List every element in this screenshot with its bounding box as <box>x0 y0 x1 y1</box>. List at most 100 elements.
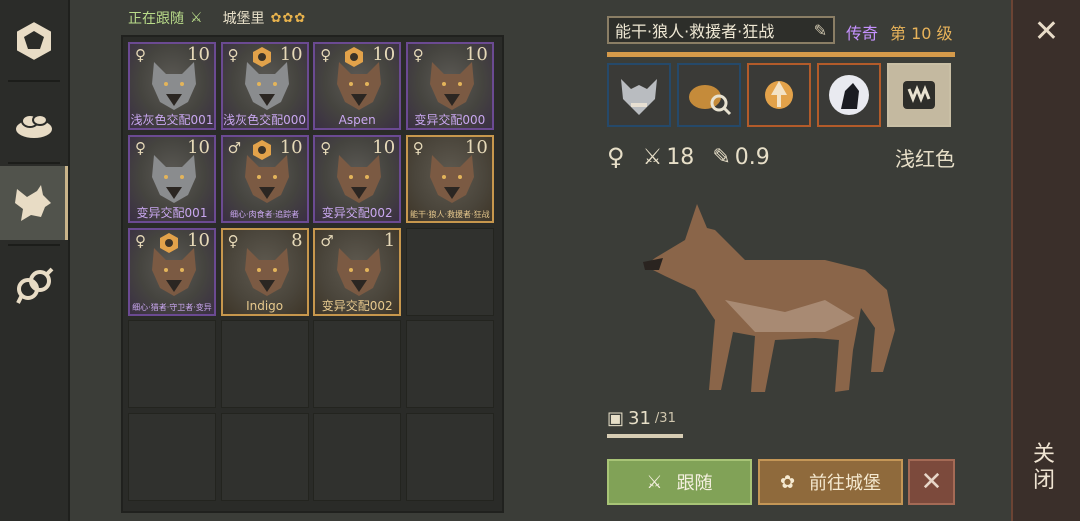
status-row: 正在跟随 ⚔ 城堡里 ✿✿✿ <box>128 8 306 28</box>
wolf-head-portrait <box>244 154 289 203</box>
wolf-title-box: 能干·狼人·救援者·狂战 ✎ <box>607 16 835 44</box>
wolf-name: Aspen <box>338 113 376 127</box>
quill-icon[interactable]: ✎ <box>814 21 827 40</box>
wolf-slot[interactable]: ♀ 10 能干·狼人·救援者·狂战 <box>405 134 494 223</box>
category-tab-strip <box>0 0 70 521</box>
wolf-head-portrait <box>152 62 196 110</box>
attack-stat: ⚔ 18 <box>643 145 695 170</box>
wolf-head-icon <box>14 185 51 221</box>
wolf-level: 10 <box>187 44 210 65</box>
wolf-head-portrait <box>152 154 196 203</box>
wolf-name: 变异交配001 <box>136 205 208 220</box>
dismiss-button[interactable]: ✕ <box>908 459 955 505</box>
wolf-name: 变异交配002 <box>321 298 393 313</box>
wolf-name: 变异交配000 <box>414 113 486 127</box>
skill-berserker[interactable] <box>747 63 811 127</box>
wolf-slot[interactable]: ♂ 10 细心·肉食者·追踪者 <box>220 134 309 223</box>
wolf-level: 10 <box>187 136 210 158</box>
wolf-slot[interactable]: ♀ 10 Aspen <box>313 42 402 130</box>
coat-color-label: 浅红色 <box>895 146 955 171</box>
food-bowl-icon <box>16 114 52 138</box>
wolf-level: 10 <box>372 44 396 65</box>
level-label: 第 10 级 <box>890 24 953 43</box>
wolf-slot[interactable]: ♀ 10 变异交配002 <box>313 134 402 223</box>
rarity-label: 传奇 <box>846 24 879 43</box>
wolf-name: 浅灰色交配000 <box>223 113 307 127</box>
skill-empty-slot[interactable] <box>887 63 951 127</box>
wolf-level: 10 <box>372 136 396 158</box>
wolf-slot[interactable]: ♀ 10 浅灰色交配001 <box>128 42 216 130</box>
wolf-stats: ♀ ⚔ 18 ✎ 0.9 浅红色 <box>607 143 955 171</box>
gender-symbols-icon <box>16 267 54 304</box>
wolf-name: 能干·狼人·救援者·狂战 <box>409 209 490 219</box>
food-value: 31 <box>628 408 651 429</box>
castle-button-label: 前往城堡 <box>809 473 882 494</box>
wolf-name: 细心·肉食者·追踪者 <box>230 209 300 219</box>
speed-value: 0.9 <box>734 144 770 170</box>
wolf-slot[interactable]: ♀ 10 变异交配000 <box>405 42 494 130</box>
gear-icon: ✿ <box>779 471 796 493</box>
empty-slot[interactable] <box>128 320 216 409</box>
wolf-slot[interactable]: ♀ 10 细心·猎者·守卫者·变异 <box>128 227 216 316</box>
xp-bar <box>607 52 955 57</box>
tab-wolves[interactable] <box>0 166 68 240</box>
wolf-name: 细心·猎者·守卫者·变异 <box>132 302 212 312</box>
wolf-level: 10 <box>279 44 303 65</box>
sword-icon: ⚔ <box>190 10 203 26</box>
follow-button-label: 跟随 <box>676 473 713 494</box>
empty-slot[interactable] <box>405 320 494 409</box>
sunburst-arrow-icon <box>765 81 793 109</box>
wolf-portrait <box>643 204 895 392</box>
wolf-name: 变异交配002 <box>321 205 393 220</box>
wolf-name: 浅灰色交配001 <box>130 113 214 127</box>
skill-rescuer[interactable] <box>677 63 741 127</box>
close-icon[interactable]: ✕ <box>1013 14 1080 49</box>
wolf-name: Indigo <box>246 298 284 313</box>
in-castle-label: 城堡里 <box>222 11 265 27</box>
dismiss-icon: ✕ <box>920 467 943 497</box>
following-status-label: 正在跟随 <box>128 11 184 27</box>
speed-stat: ✎ 0.9 <box>712 145 769 170</box>
wolf-head-portrait <box>337 154 382 203</box>
empty-slot[interactable] <box>405 413 494 502</box>
go-to-castle-button[interactable]: ✿ 前往城堡 <box>758 459 903 505</box>
skill-howl[interactable] <box>817 63 881 127</box>
wolf-head-portrait <box>337 247 382 296</box>
wolf-slot[interactable]: ♀ 10 浅灰色交配000 <box>220 42 309 130</box>
empty-slot[interactable] <box>128 413 216 502</box>
empty-slot[interactable] <box>220 413 309 502</box>
wolf-level: 10 <box>187 229 210 251</box>
tab-breeding[interactable] <box>0 248 68 322</box>
attack-value: 18 <box>666 144 695 170</box>
wolf-moon-icon <box>829 75 869 115</box>
feather-icon: ✎ <box>712 144 731 170</box>
empty-slot[interactable] <box>220 320 309 409</box>
skill-werewolf[interactable] <box>607 63 671 127</box>
close-panel[interactable]: ✕ 关闭 <box>1011 0 1080 521</box>
wolf-inventory-grid: ♀ 10 浅灰色交配001 ♀ 10 浅灰色交配000 ♀ 10 Aspen ♀ 10 变异交配000… <box>121 35 504 513</box>
wolf-level: 10 <box>464 44 488 65</box>
wolf-level: 8 <box>291 229 303 251</box>
skill-row <box>607 63 951 127</box>
wolf-level: 1 <box>383 229 396 251</box>
werewolf-face-icon <box>621 79 657 115</box>
food-meter: ▣ 31/31 <box>607 408 676 429</box>
tab-castle-servants[interactable] <box>0 4 68 78</box>
follow-button[interactable]: ⚔ 跟随 <box>607 459 752 505</box>
tab-food[interactable] <box>0 86 68 160</box>
food-bar <box>607 434 683 438</box>
sword-icon: ⚔ <box>642 144 663 170</box>
wolf-slot[interactable]: ♂ 1 变异交配002 <box>313 227 402 316</box>
empty-slot[interactable] <box>405 227 494 316</box>
wolf-head-portrait <box>152 247 196 296</box>
castle-gear-icons: ✿✿✿ <box>270 10 307 26</box>
wolf-slot[interactable]: ♀ 8 Indigo <box>220 227 309 316</box>
female-sex-icon: ♀ <box>607 143 625 171</box>
wolf-head-portrait <box>244 62 289 110</box>
close-label: 关闭 <box>1033 442 1056 493</box>
empty-slot[interactable] <box>313 413 402 502</box>
empty-slot[interactable] <box>313 320 402 409</box>
food-max: /31 <box>654 411 676 426</box>
fang-scroll-icon <box>903 81 935 109</box>
wolf-slot[interactable]: ♀ 10 变异交配001 <box>128 134 216 223</box>
